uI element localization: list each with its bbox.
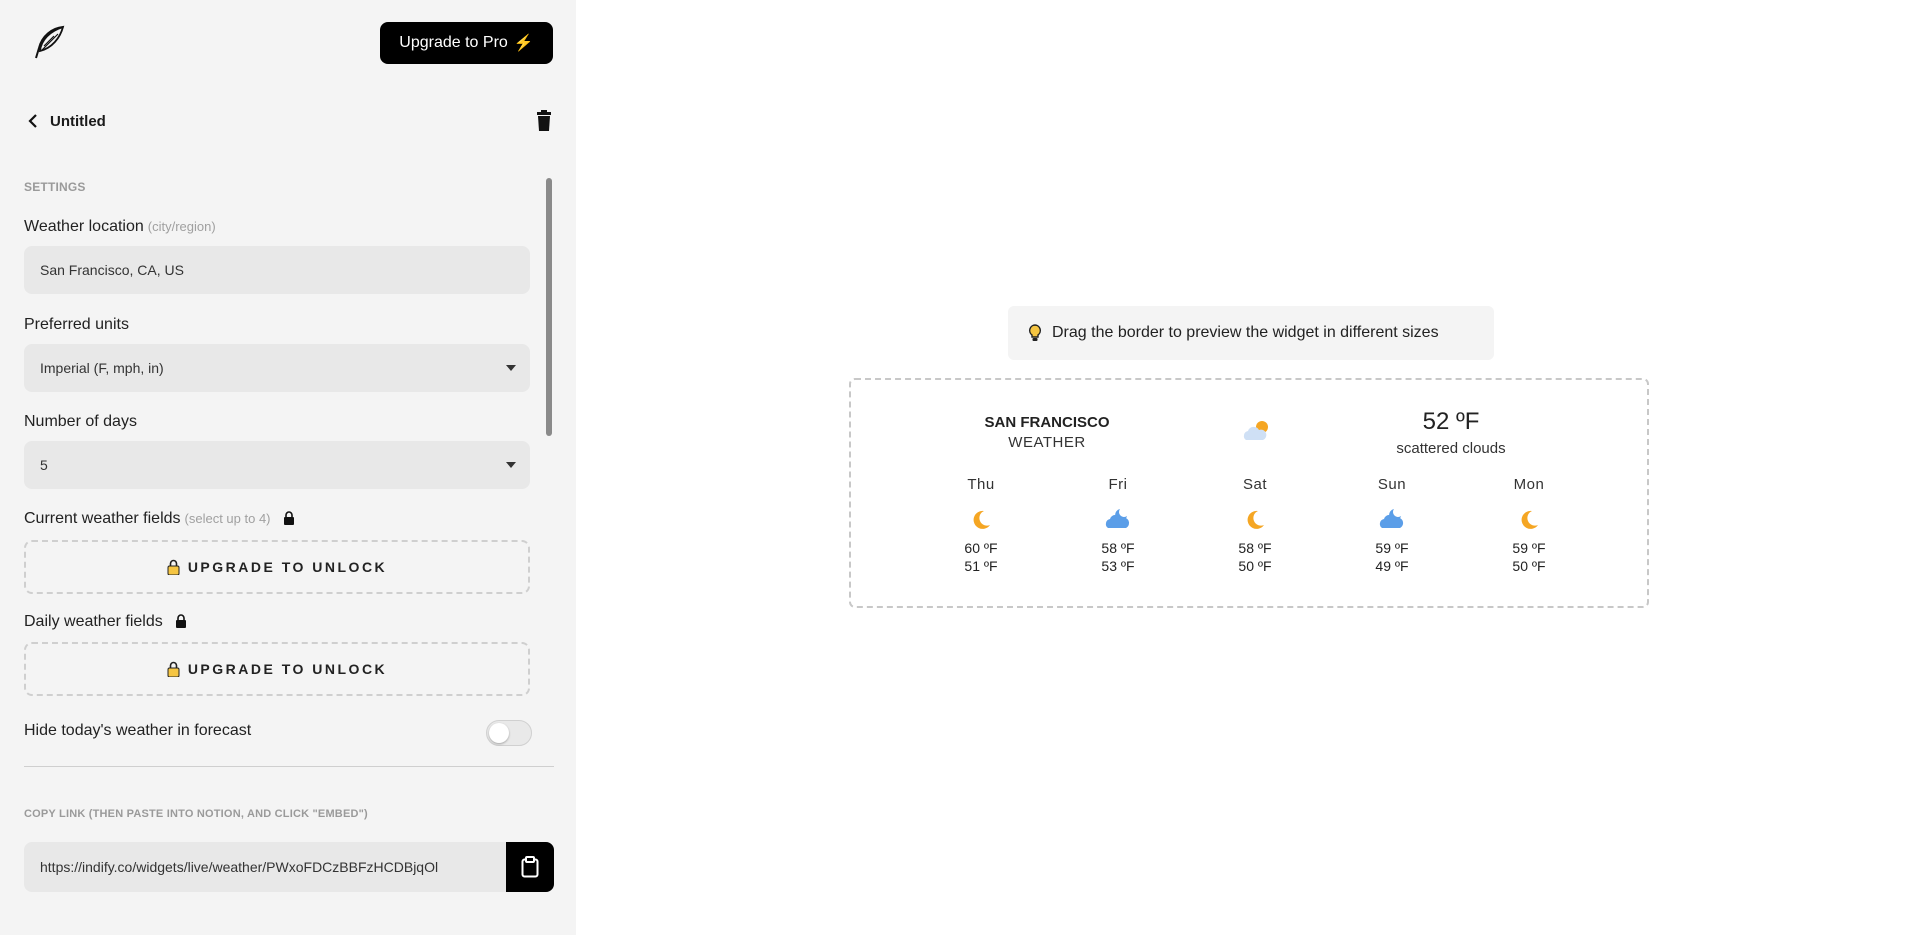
day-high: 60 ºF <box>964 540 998 556</box>
day-name: Fri <box>1108 476 1128 493</box>
widget-description: scattered clouds <box>1396 440 1506 457</box>
cloud-moon-icon <box>1105 509 1130 528</box>
current-fields-unlock-button[interactable]: UPGRADE TO UNLOCK <box>24 540 530 594</box>
settings-section-label: SETTINGS <box>24 180 86 194</box>
forecast-day: Sat 58 ºF 50 ºF <box>1205 476 1305 575</box>
chevron-down-icon <box>506 462 516 468</box>
copy-link-label: COPY LINK (THEN PASTE INTO NOTION, AND C… <box>24 808 368 820</box>
location-label: Weather location (city/region) <box>24 218 216 236</box>
widget-current-temp: 52 ºF <box>1422 408 1480 435</box>
embed-link-input[interactable]: https://indify.co/widgets/live/weather/P… <box>24 842 506 892</box>
chevron-down-icon <box>506 365 516 371</box>
cloud-sun-icon <box>1243 421 1268 440</box>
forecast-day: Thu 60 ºF 51 ºF <box>931 476 1031 575</box>
sidebar-scrollbar[interactable] <box>546 178 552 436</box>
forecast-day: Fri 58 ºF 53 ºF <box>1068 476 1168 575</box>
forecast-day: Sun 59 ºF 49 ºF <box>1342 476 1442 575</box>
day-name: Sun <box>1377 476 1407 493</box>
days-label: Number of days <box>24 413 137 430</box>
daily-fields-label-text: Daily weather fields <box>24 613 163 630</box>
lightning-icon: ⚡ <box>513 35 534 52</box>
daily-fields-unlock-button[interactable]: UPGRADE TO UNLOCK <box>24 642 530 696</box>
day-name: Thu <box>967 476 995 493</box>
current-fields-label-text: Current weather fields <box>24 510 181 527</box>
day-high: 59 ºF <box>1512 540 1546 556</box>
widget-city: SAN FRANCISCO <box>984 414 1110 431</box>
back-chevron-icon[interactable] <box>24 112 42 130</box>
units-label: Preferred units <box>24 316 129 333</box>
current-fields-label: Current weather fields (select up to 4) <box>24 510 295 528</box>
moon-icon <box>1521 510 1538 529</box>
unlock-label: UPGRADE TO UNLOCK <box>187 559 388 575</box>
lock-icon <box>283 511 294 525</box>
feather-logo-icon <box>35 25 65 59</box>
day-high: 58 ºF <box>1238 540 1272 556</box>
day-low: 49 ºF <box>1375 558 1409 574</box>
hide-today-label: Hide today's weather in forecast <box>24 722 252 739</box>
widget-header: Untitled <box>24 108 554 134</box>
preview-hint: Drag the border to preview the widget in… <box>1008 306 1494 360</box>
lightbulb-icon <box>1028 324 1042 341</box>
forecast-day: Mon 59 ºF 50 ºF <box>1479 476 1579 575</box>
divider <box>24 766 554 767</box>
daily-fields-label: Daily weather fields <box>24 613 187 631</box>
location-input[interactable]: San Francisco, CA, US <box>24 246 530 294</box>
clipboard-icon <box>521 856 539 878</box>
moon-icon <box>1247 510 1264 529</box>
units-select[interactable]: Imperial (F, mph, in) <box>24 344 530 392</box>
day-high: 58 ºF <box>1101 540 1135 556</box>
upgrade-label: Upgrade to Pro <box>399 34 508 51</box>
weather-widget-preview[interactable]: SAN FRANCISCO WEATHER 52 ºF scattered cl… <box>849 378 1649 608</box>
days-select[interactable]: 5 <box>24 441 530 489</box>
padlock-icon <box>167 559 180 575</box>
current-fields-hint: (select up to 4) <box>184 511 271 526</box>
day-high: 59 ºF <box>1375 540 1409 556</box>
day-low: 53 ºF <box>1101 558 1135 574</box>
day-low: 50 ºF <box>1238 558 1272 574</box>
day-name: Sat <box>1242 476 1267 493</box>
toggle-knob <box>489 723 509 743</box>
location-label-text: Weather location <box>24 218 144 235</box>
day-name: Mon <box>1513 476 1545 493</box>
units-value: Imperial (F, mph, in) <box>40 360 164 376</box>
copy-link-button[interactable] <box>506 842 554 892</box>
lock-icon <box>176 614 187 628</box>
unlock-label: UPGRADE TO UNLOCK <box>187 661 388 677</box>
hide-today-toggle[interactable] <box>486 720 532 746</box>
location-hint: (city/region) <box>147 219 216 234</box>
cloud-moon-icon <box>1379 509 1404 528</box>
day-low: 50 ºF <box>1512 558 1546 574</box>
widget-title: Untitled <box>50 112 106 130</box>
day-low: 51 ºF <box>964 558 998 574</box>
settings-sidebar: Upgrade to Pro ⚡ Untitled SETTINGS Weath… <box>0 0 576 935</box>
upgrade-to-pro-button[interactable]: Upgrade to Pro ⚡ <box>380 22 553 64</box>
moon-icon <box>973 510 990 529</box>
preview-hint-text: Drag the border to preview the widget in… <box>1052 324 1439 341</box>
trash-icon[interactable] <box>534 110 554 132</box>
padlock-icon <box>167 661 180 677</box>
days-value: 5 <box>40 457 48 473</box>
widget-subtitle: WEATHER <box>1008 434 1086 451</box>
